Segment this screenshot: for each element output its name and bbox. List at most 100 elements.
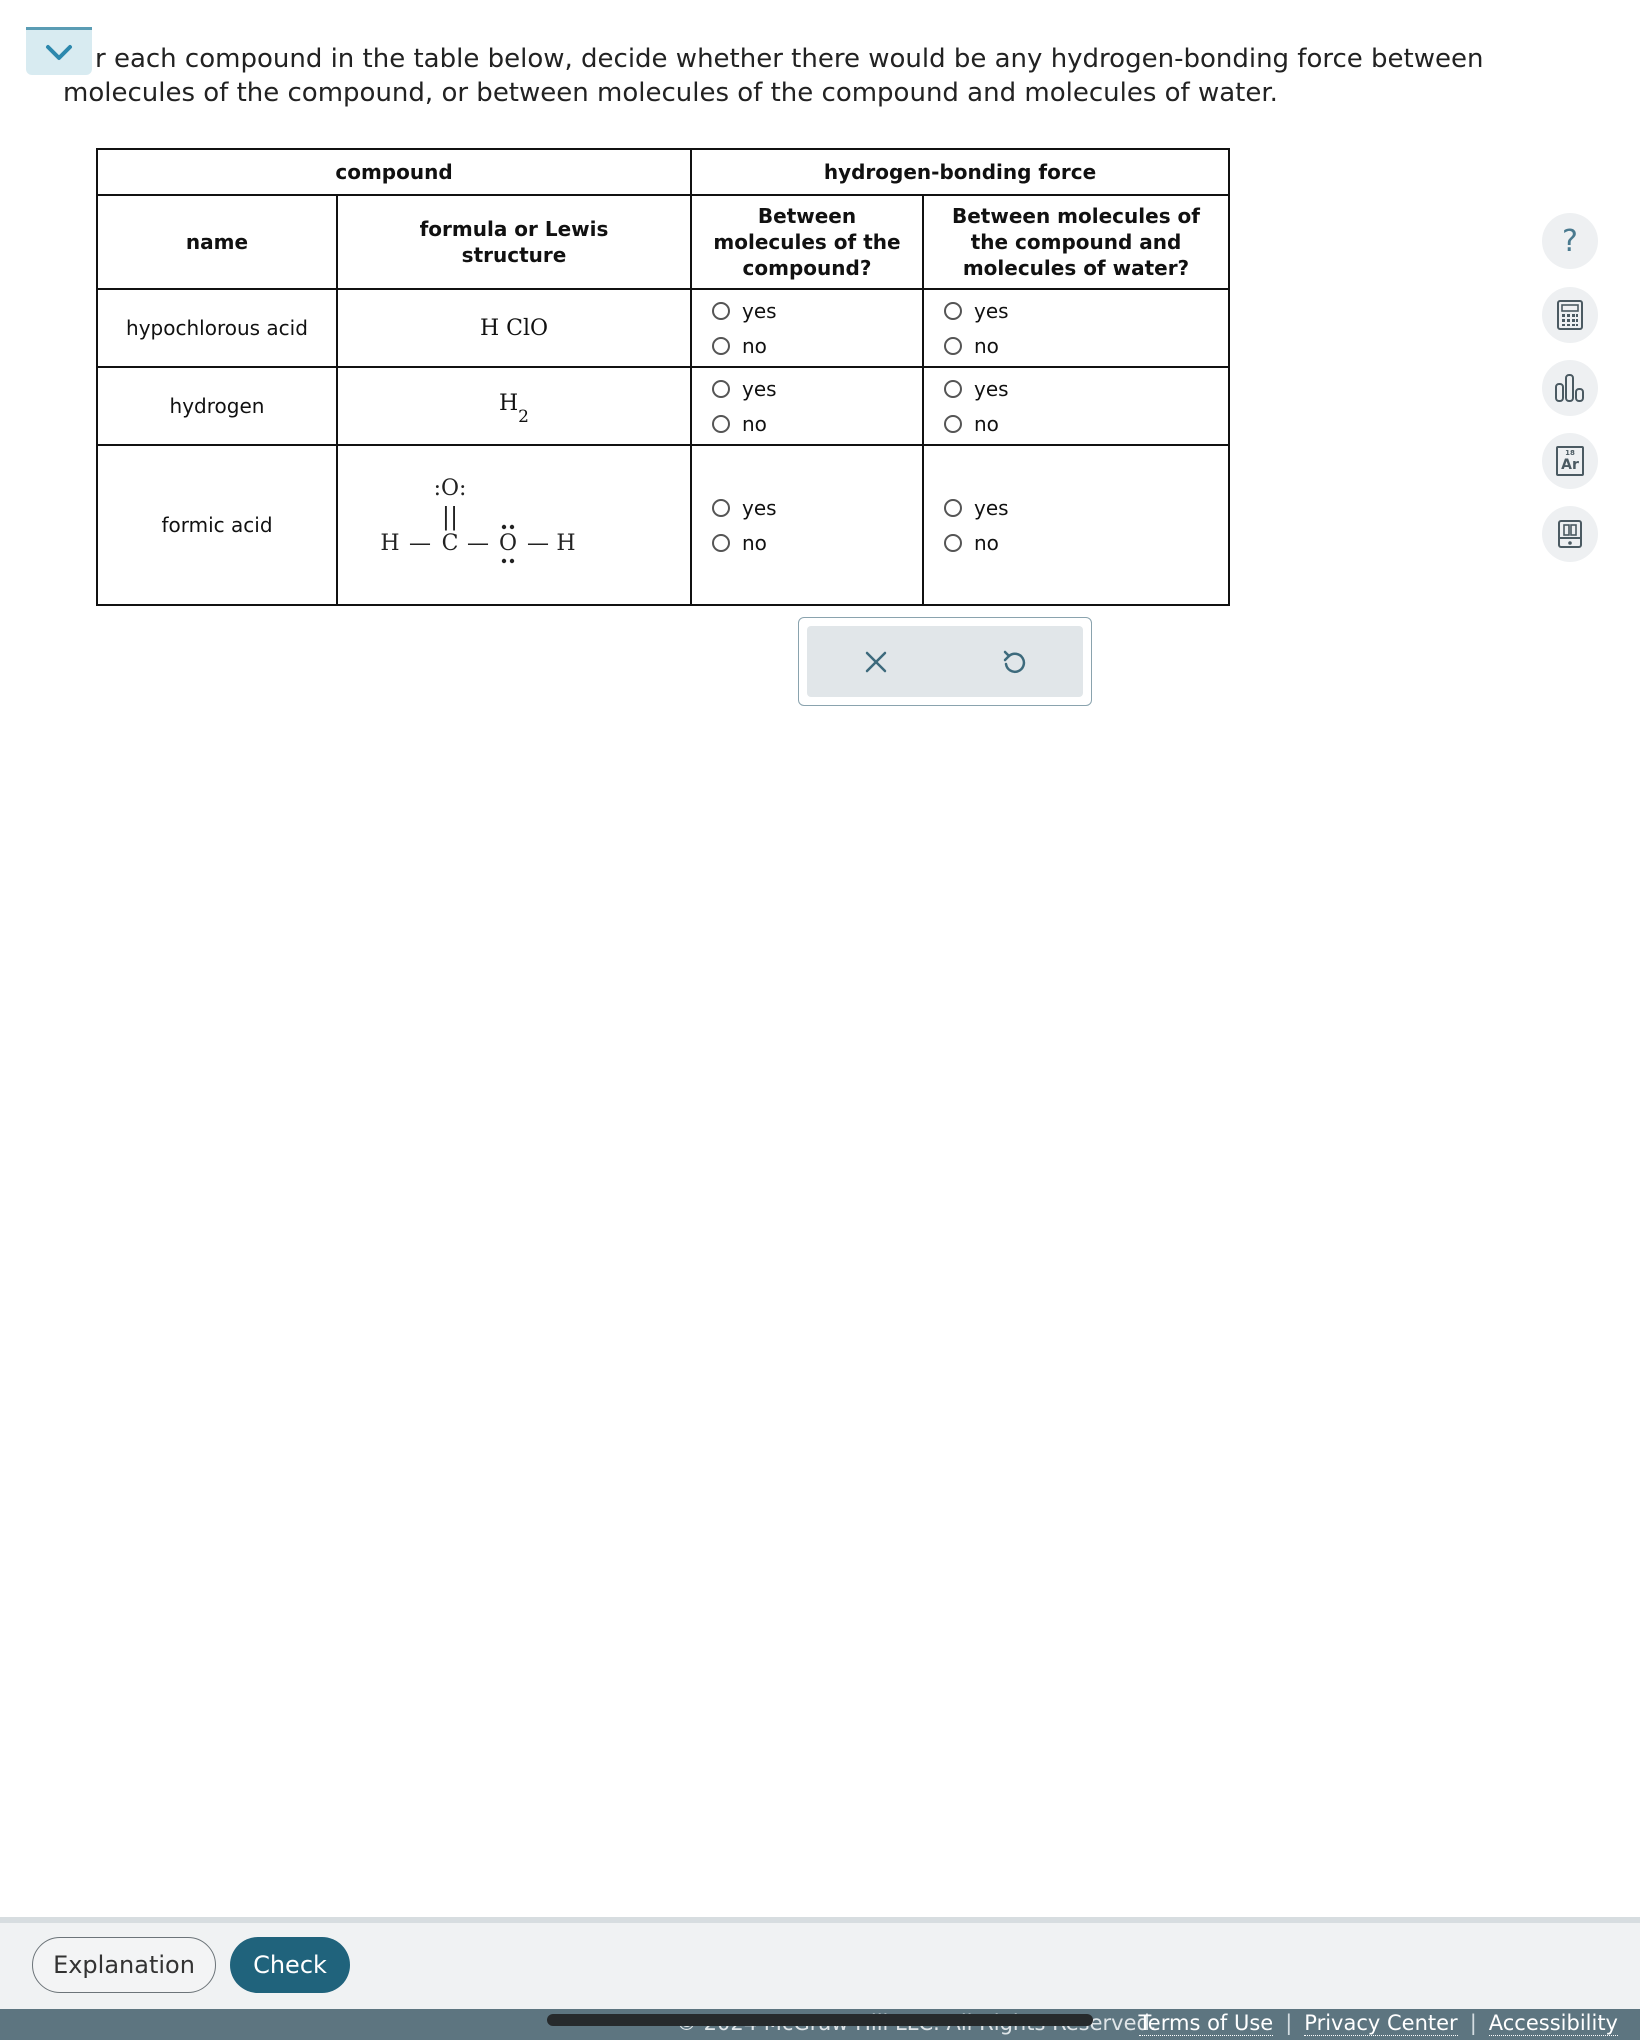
compound-name: formic acid xyxy=(96,444,338,606)
radio-circle[interactable] xyxy=(944,301,962,320)
radio-label: no xyxy=(742,333,767,358)
radio-circle[interactable] xyxy=(944,414,962,433)
radio-label: yes xyxy=(742,376,777,401)
periodic-table-icon: 18 Ar xyxy=(1556,446,1584,476)
accessibility-link[interactable]: Accessibility xyxy=(1488,2011,1618,2036)
periodic-number: 18 xyxy=(1565,449,1575,457)
radio-group-compound-3: yes no xyxy=(690,444,924,606)
help-button[interactable]: ? xyxy=(1542,213,1598,269)
compound-name: hydrogen xyxy=(96,366,338,446)
x-icon xyxy=(865,651,887,672)
question-line-1: r each compound in the table below, deci… xyxy=(95,44,1484,74)
answer-actions-inner xyxy=(807,626,1083,697)
radio-circle[interactable] xyxy=(944,498,962,517)
lewis-c: C xyxy=(442,531,459,556)
table-row: formic acid :O: || H — C — O — H yes no … xyxy=(96,444,1230,606)
radio-circle[interactable] xyxy=(944,533,962,552)
table-row: hypochlorous acid H ClO yes no yes no xyxy=(96,288,1230,368)
radio-circle[interactable] xyxy=(712,379,730,398)
compound-formula: H2 xyxy=(336,366,692,446)
reference-button[interactable] xyxy=(1542,506,1598,562)
formula-main: H xyxy=(498,391,519,417)
question-text: r each compound in the table below, deci… xyxy=(63,42,1503,110)
privacy-link[interactable]: Privacy Center xyxy=(1304,2011,1458,2036)
answer-table: compound hydrogen-bonding force name for… xyxy=(96,148,1230,606)
compound-formula: H ClO xyxy=(336,288,692,368)
scrollbar-handle[interactable] xyxy=(547,2014,1093,2026)
radio-label: no xyxy=(742,411,767,436)
lewis-bond-3: — xyxy=(527,531,549,556)
radio-yes[interactable]: yes xyxy=(944,293,1228,328)
radio-circle[interactable] xyxy=(944,379,962,398)
formula-subscript: 2 xyxy=(518,406,529,427)
radio-group-water-3: yes no xyxy=(922,444,1230,606)
radio-group-water-1: yes no xyxy=(922,288,1230,368)
radio-no[interactable]: no xyxy=(712,406,922,441)
radio-label: yes xyxy=(742,495,777,520)
radio-circle[interactable] xyxy=(712,301,730,320)
question-line-2: molecules of the compound, or between mo… xyxy=(63,78,1278,108)
reference-book-icon xyxy=(1558,520,1582,548)
lewis-o-top: :O: xyxy=(434,476,467,501)
clear-button[interactable] xyxy=(846,632,906,692)
radio-label: no xyxy=(974,530,999,555)
radio-no[interactable]: no xyxy=(944,406,1228,441)
radio-circle[interactable] xyxy=(712,533,730,552)
terms-link[interactable]: Terms of Use xyxy=(1138,2011,1274,2036)
radio-circle[interactable] xyxy=(712,498,730,517)
undo-button[interactable] xyxy=(984,632,1044,692)
radio-group-compound-2: yes no xyxy=(690,366,924,446)
header-formula: formula or Lewis structure xyxy=(336,194,692,290)
radio-yes[interactable]: yes xyxy=(712,371,922,406)
radio-label: yes xyxy=(974,298,1009,323)
periodic-symbol: Ar xyxy=(1561,457,1579,473)
radio-label: yes xyxy=(974,376,1009,401)
header-hydrogen-bonding-force: hydrogen-bonding force xyxy=(690,148,1230,196)
explanation-button[interactable]: Explanation xyxy=(32,1937,216,1993)
answer-actions xyxy=(798,617,1092,706)
radio-circle[interactable] xyxy=(944,336,962,355)
calculator-button[interactable] xyxy=(1542,287,1598,343)
compound-name: hypochlorous acid xyxy=(96,288,338,368)
radio-circle[interactable] xyxy=(712,414,730,433)
separator: | xyxy=(1469,2011,1477,2035)
lewis-o-right: O xyxy=(499,531,517,556)
formic-acid-lewis-structure: :O: || H — C — O — H xyxy=(380,476,576,564)
bar-chart-icon xyxy=(1555,374,1584,402)
radio-no[interactable]: no xyxy=(944,525,1228,560)
radio-yes[interactable]: yes xyxy=(712,293,922,328)
header-compound: compound xyxy=(96,148,692,196)
periodic-table-button[interactable]: 18 Ar xyxy=(1542,433,1598,489)
lewis-bond-1: — xyxy=(409,531,431,556)
table-row: hydrogen H2 yes no yes no xyxy=(96,366,1230,446)
lewis-bond-2: — xyxy=(467,531,489,556)
radio-yes[interactable]: yes xyxy=(944,490,1228,525)
radio-no[interactable]: no xyxy=(712,525,922,560)
radio-yes[interactable]: yes xyxy=(944,371,1228,406)
lewis-structure: :O: || H — C — O — H xyxy=(336,444,692,606)
lewis-double-bond: || xyxy=(442,503,458,532)
header-between-compound: Between molecules of the compound? xyxy=(690,194,924,290)
separator: | xyxy=(1285,2011,1293,2035)
header-between-water: Between molecules of the compound and mo… xyxy=(922,194,1230,290)
radio-label: no xyxy=(742,530,767,555)
radio-label: no xyxy=(974,333,999,358)
lewis-h-left: H xyxy=(380,531,399,556)
radio-circle[interactable] xyxy=(712,336,730,355)
data-chart-button[interactable] xyxy=(1542,360,1598,416)
calculator-icon xyxy=(1557,300,1583,330)
radio-yes[interactable]: yes xyxy=(712,490,922,525)
radio-label: no xyxy=(974,411,999,436)
radio-group-water-2: yes no xyxy=(922,366,1230,446)
help-icon: ? xyxy=(1562,223,1578,259)
undo-icon xyxy=(1003,650,1026,673)
radio-label: yes xyxy=(974,495,1009,520)
radio-no[interactable]: no xyxy=(712,328,922,363)
radio-no[interactable]: no xyxy=(944,328,1228,363)
legal-links: Terms of Use | Privacy Center | Accessibilit… xyxy=(1138,2011,1618,2036)
check-button[interactable]: Check xyxy=(230,1937,350,1993)
radio-label: yes xyxy=(742,298,777,323)
radio-group-compound-1: yes no xyxy=(690,288,924,368)
lewis-h-right: H xyxy=(556,531,575,556)
header-name: name xyxy=(96,194,338,290)
